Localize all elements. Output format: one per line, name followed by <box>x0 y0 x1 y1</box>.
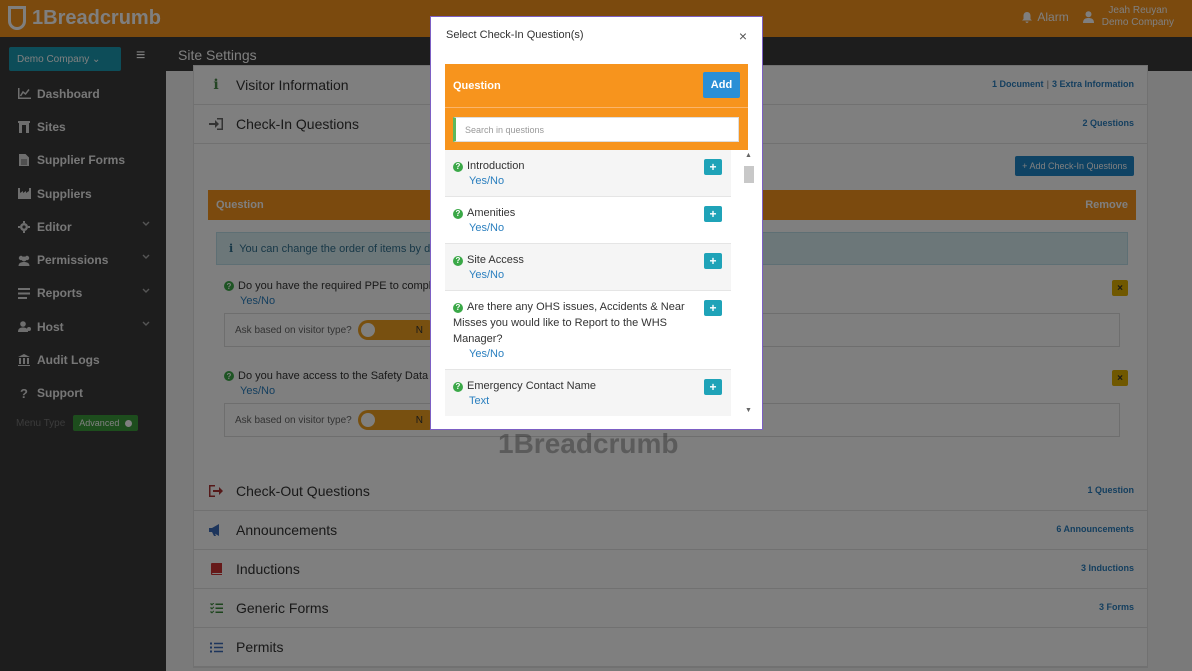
question-circle-icon: ? <box>453 303 463 313</box>
question-circle-icon: ? <box>453 256 463 266</box>
question-label: Introduction <box>467 160 525 172</box>
list-item: ? Introduction Yes/No + <box>445 150 731 197</box>
question-circle-icon: ? <box>453 382 463 392</box>
column-question: Question <box>453 79 501 92</box>
answer-type: Text <box>469 395 490 407</box>
select-check-in-questions-modal: Select Check-In Question(s) × Question A… <box>430 16 763 430</box>
list-item: ? Amenities Yes/No + <box>445 197 731 244</box>
answer-type: Yes/No <box>469 348 505 360</box>
list-item: ? Emergency Contact Name Text + <box>445 370 731 416</box>
add-button[interactable]: Add <box>703 72 740 98</box>
question-text: ? Site Access <box>453 252 723 268</box>
add-question-button[interactable]: + <box>704 206 722 222</box>
question-text: ? Are there any OHS issues, Accidents & N… <box>453 299 723 347</box>
modal-question-header: Question Add <box>445 64 748 107</box>
question-text: ? Introduction <box>453 158 723 174</box>
add-question-button[interactable]: + <box>704 379 722 395</box>
question-list-scrollbar[interactable]: ▲ ▼ <box>743 150 755 416</box>
scroll-up-icon[interactable]: ▲ <box>745 152 752 159</box>
list-item: ? Site Access Yes/No + <box>445 244 731 291</box>
question-label: Are there any OHS issues, Accidents & Ne… <box>453 301 685 345</box>
scroll-down-icon[interactable]: ▼ <box>745 407 752 414</box>
list-item: ? Are there any OHS issues, Accidents & N… <box>445 291 731 370</box>
question-list: ? Introduction Yes/No + ? Amenities Yes/No… <box>445 150 731 416</box>
add-question-button[interactable]: + <box>704 300 722 316</box>
search-input[interactable]: Search in questions <box>453 117 739 142</box>
add-question-button[interactable]: + <box>704 159 722 175</box>
question-text: ? Emergency Contact Name <box>453 378 723 394</box>
add-question-button[interactable]: + <box>704 253 722 269</box>
modal-title: Select Check-In Question(s) <box>446 29 584 41</box>
question-circle-icon: ? <box>453 209 463 219</box>
question-label: Site Access <box>467 254 524 266</box>
question-circle-icon: ? <box>453 162 463 172</box>
question-text: ? Amenities <box>453 205 723 221</box>
question-label: Amenities <box>467 207 516 219</box>
scrollbar-thumb[interactable] <box>744 166 754 183</box>
close-icon[interactable]: × <box>739 28 747 44</box>
question-label: Emergency Contact Name <box>467 380 596 392</box>
answer-type: Yes/No <box>469 269 505 281</box>
answer-type: Yes/No <box>469 175 505 187</box>
search-bar: Search in questions <box>445 107 748 150</box>
answer-type: Yes/No <box>469 222 505 234</box>
